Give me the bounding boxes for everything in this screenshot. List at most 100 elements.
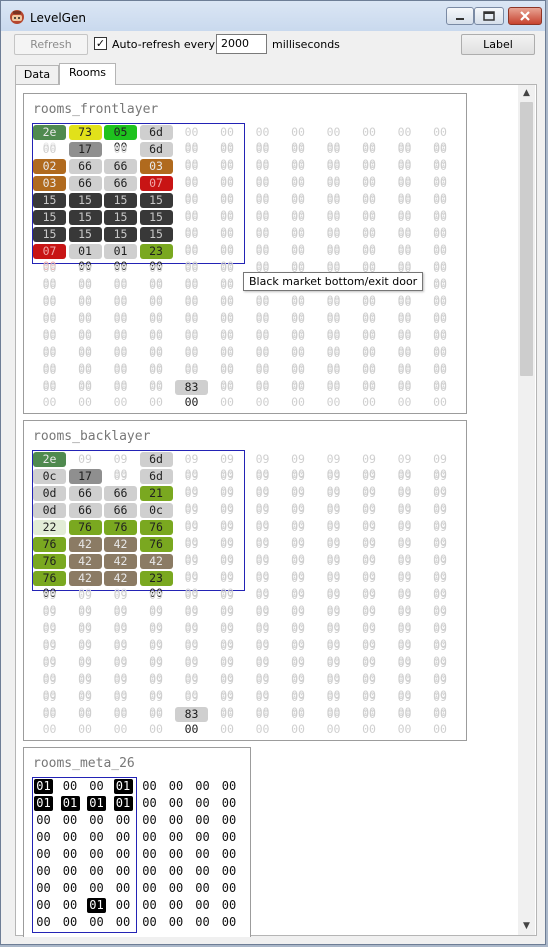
room-cell[interactable]: 09 00 [211, 588, 244, 617]
scrollbar-thumb[interactable] [520, 102, 533, 376]
room-cell[interactable]: 09 00 [211, 639, 244, 668]
room-cell[interactable]: 00 00 [388, 346, 421, 375]
room-cell[interactable]: 00 00 [211, 363, 244, 392]
room-cell[interactable]: 00 00 [69, 312, 102, 341]
room-cell[interactable]: 09 00 [353, 554, 386, 583]
meta-cell[interactable]: 00 [34, 915, 53, 930]
room-cell[interactable]: 00 00 [246, 125, 279, 154]
room-cell[interactable]: 09 00 [211, 469, 244, 498]
meta-cell[interactable]: 00 [87, 813, 106, 828]
room-cell[interactable]: 09 00 [353, 690, 386, 719]
room-cell[interactable]: 09 00 [175, 673, 208, 702]
room-cell[interactable]: 00 00 [104, 295, 137, 324]
room-cell[interactable]: 00 00 [353, 227, 386, 256]
room-cell[interactable]: 00 00 [282, 363, 315, 392]
room-cell[interactable]: 09 00 [104, 656, 137, 685]
room-cell[interactable]: 00 00 [424, 707, 457, 736]
room-cell[interactable]: 0c 00 [33, 469, 66, 498]
maximize-button[interactable] [474, 7, 504, 25]
room-cell[interactable]: 00 00 [211, 707, 244, 736]
room-cell[interactable]: 07 00 [33, 244, 66, 273]
room-cell[interactable]: 09 00 [353, 605, 386, 634]
room-cell[interactable]: 00 00 [246, 363, 279, 392]
room-cell[interactable]: 00 00 [282, 227, 315, 256]
room-cell[interactable]: 00 00 [69, 380, 102, 409]
room-cell[interactable]: 09 00 [282, 673, 315, 702]
room-cell[interactable]: 0c 00 [139, 503, 173, 532]
room-cell[interactable]: 09 00 [140, 673, 173, 702]
room-cell[interactable]: 09 00 [388, 452, 421, 481]
meta-cell[interactable]: 00 [220, 898, 239, 913]
room-cell[interactable]: 00 00 [33, 346, 66, 375]
room-cell[interactable]: 00 00 [246, 244, 279, 273]
scroll-up-arrow-icon[interactable]: ▲ [518, 85, 535, 102]
room-cell[interactable]: 09 00 [246, 673, 279, 702]
room-cell[interactable]: 09 00 [175, 605, 208, 634]
room-cell[interactable]: 00 00 [353, 142, 386, 171]
room-cell[interactable]: 00 00 [175, 125, 208, 154]
room-cell[interactable]: 09 00 [424, 656, 457, 685]
meta-cell[interactable]: 00 [193, 830, 212, 845]
room-cell[interactable]: 09 00 [317, 622, 350, 651]
meta-cell[interactable]: 00 [34, 830, 53, 845]
room-cell[interactable]: 00 00 [388, 125, 421, 154]
meta-cell[interactable]: 00 [34, 881, 53, 896]
room-cell[interactable]: 00 00 [104, 346, 137, 375]
room-cell[interactable]: 09 00 [246, 469, 279, 498]
title-bar[interactable]: LevelGen [1, 1, 545, 31]
label-button[interactable]: Label [461, 34, 535, 55]
room-cell[interactable]: 2e 00 [33, 125, 66, 154]
meta-cell[interactable]: 00 [193, 847, 212, 862]
meta-cell[interactable]: 00 [61, 813, 80, 828]
room-cell[interactable]: 00 00 [353, 380, 386, 409]
room-cell[interactable]: 00 00 [282, 380, 315, 409]
room-cell[interactable]: 00 00 [211, 329, 244, 358]
meta-cell[interactable]: 00 [61, 847, 80, 862]
room-cell[interactable]: 07 00 [139, 176, 173, 205]
room-cell[interactable]: 00 00 [353, 125, 386, 154]
meta-cell[interactable]: 00 [140, 881, 159, 896]
room-cell[interactable]: 00 00 [388, 295, 421, 324]
meta-cell[interactable]: 00 [114, 881, 133, 896]
room-cell[interactable]: 09 00 [282, 656, 315, 685]
room-cell[interactable]: 6d 00 [139, 125, 173, 154]
room-cell[interactable]: 09 00 [317, 673, 350, 702]
room-cell[interactable]: 00 00 [282, 707, 315, 736]
room-cell[interactable]: 09 00 [282, 520, 315, 549]
room-cell[interactable]: 00 00 [140, 278, 173, 307]
room-cell[interactable]: 00 00 [104, 707, 137, 736]
room-cell[interactable]: 00 00 [246, 210, 279, 239]
room-cell[interactable]: 00 00 [388, 244, 421, 273]
room-cell[interactable]: 00 00 [33, 278, 66, 307]
room-cell[interactable]: 09 00 [104, 588, 137, 617]
room-cell[interactable]: 76 00 [139, 520, 173, 549]
room-cell[interactable]: 09 00 [175, 571, 208, 600]
room-cell[interactable]: 00 00 [211, 278, 244, 307]
meta-cell[interactable]: 00 [140, 779, 159, 794]
room-cell[interactable]: 09 00 [282, 571, 315, 600]
room-cell[interactable]: 09 00 [33, 673, 66, 702]
room-cell[interactable]: 0d 00 [33, 486, 66, 515]
room-cell[interactable]: 09 00 [282, 690, 315, 719]
room-cell[interactable]: 09 00 [317, 486, 350, 515]
room-cell[interactable]: 00 00 [140, 363, 173, 392]
room-cell[interactable]: 00 00 [317, 244, 350, 273]
room-cell[interactable]: 09 00 [388, 622, 421, 651]
room-cell[interactable]: 03 00 [33, 176, 66, 205]
room-cell[interactable]: 09 00 [353, 503, 386, 532]
meta-cell[interactable]: 00 [167, 898, 186, 913]
meta-cell[interactable]: 00 [193, 796, 212, 811]
room-cell[interactable]: 09 00 [388, 520, 421, 549]
room-cell[interactable]: 09 00 [175, 503, 208, 532]
room-cell[interactable]: 09 00 [140, 622, 173, 651]
room-cell[interactable]: 09 00 [388, 605, 421, 634]
room-cell[interactable]: 73 00 [68, 125, 102, 154]
room-cell[interactable]: 00 00 [353, 312, 386, 341]
room-cell[interactable]: 00 00 [175, 278, 208, 307]
room-cell[interactable]: 09 00 [175, 469, 208, 498]
meta-cell[interactable]: 00 [140, 898, 159, 913]
room-cell[interactable]: 00 00 [317, 707, 350, 736]
room-cell[interactable]: 00 00 [282, 244, 315, 273]
room-cell[interactable]: 66 00 [104, 159, 137, 188]
meta-cell[interactable]: 00 [193, 813, 212, 828]
